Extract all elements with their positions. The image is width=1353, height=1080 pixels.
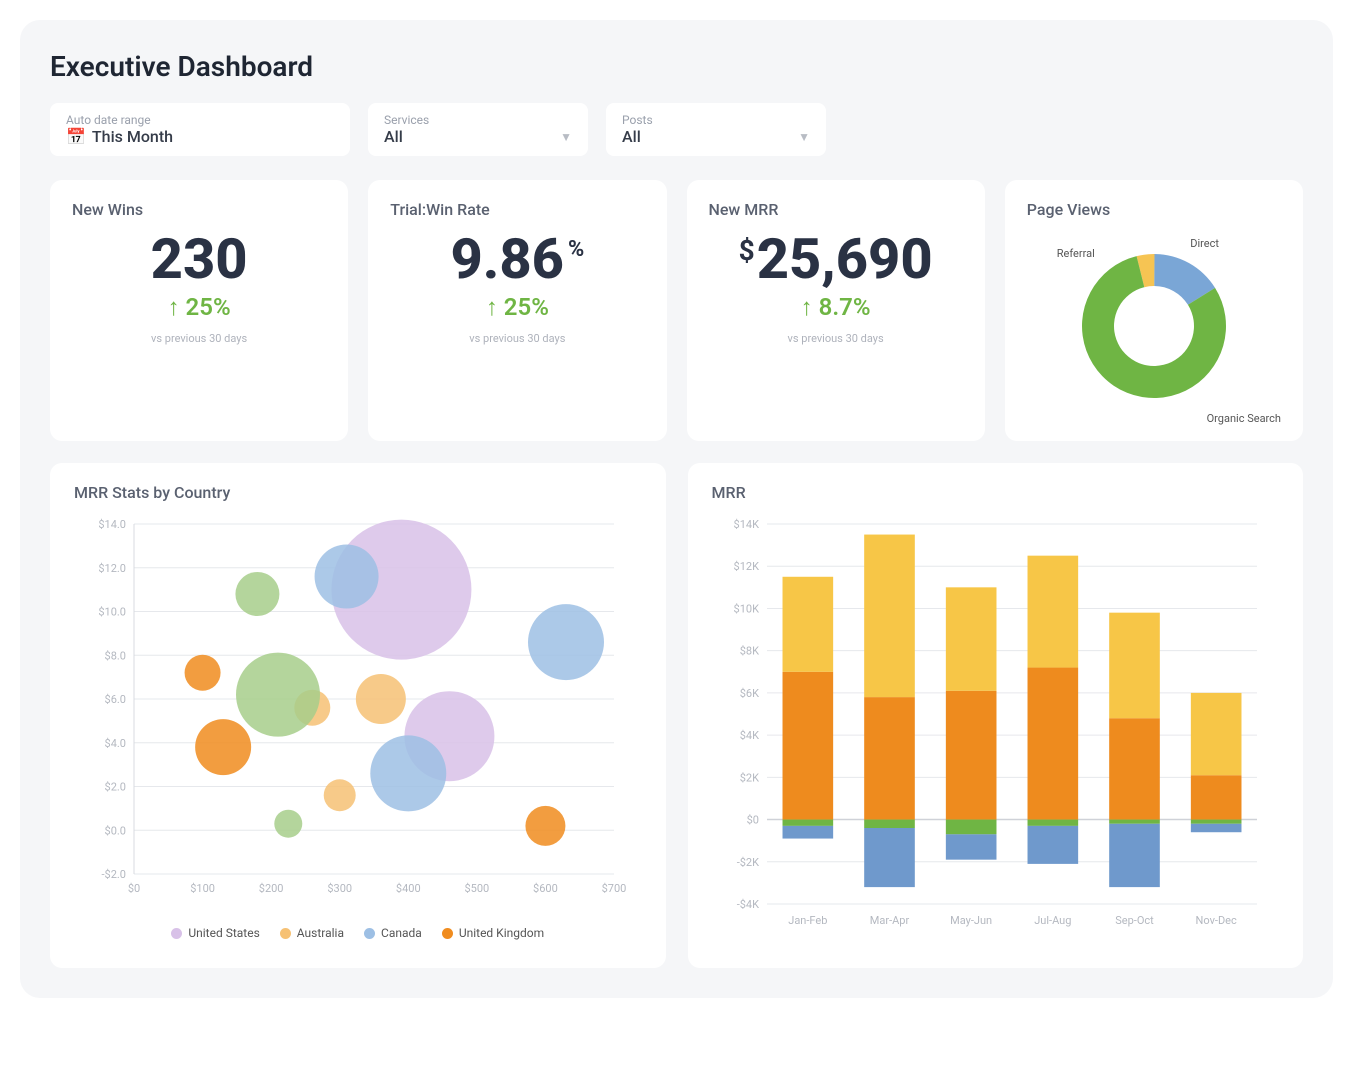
svg-text:$400: $400 bbox=[396, 882, 421, 895]
svg-text:$14K: $14K bbox=[733, 518, 759, 531]
calendar-icon: 📅 bbox=[66, 127, 86, 146]
svg-text:$0: $0 bbox=[746, 814, 758, 827]
kpi-page-views: Page Views Referral Direct Organic Searc… bbox=[1005, 180, 1303, 441]
kpi-delta: 8.7% bbox=[709, 293, 963, 322]
bubble-chart-card: MRR Stats by Country -$2.0 $0.0 $2.0 $4.0 $6… bbox=[50, 463, 666, 968]
svg-text:$100: $100 bbox=[190, 882, 215, 895]
kpi-title: New Wins bbox=[72, 200, 326, 219]
chart-title: MRR bbox=[712, 483, 1280, 502]
svg-text:$2.0: $2.0 bbox=[105, 781, 126, 794]
kpi-value: 25,690 bbox=[757, 231, 933, 287]
filter-services[interactable]: Services All ▼ bbox=[368, 103, 588, 156]
svg-text:$10.0: $10.0 bbox=[98, 606, 126, 619]
legend-item: United States bbox=[171, 926, 259, 940]
svg-text:$300: $300 bbox=[327, 882, 352, 895]
donut-chart: Referral Direct Organic Search bbox=[1027, 231, 1281, 421]
svg-text:$2K: $2K bbox=[739, 771, 758, 784]
filter-services-label: Services bbox=[384, 113, 572, 127]
svg-text:$0: $0 bbox=[128, 882, 140, 895]
chevron-down-icon: ▼ bbox=[560, 130, 572, 144]
filter-posts[interactable]: Posts All ▼ bbox=[606, 103, 826, 156]
bubble-legend: United States Australia Canada United Kingd… bbox=[74, 926, 642, 940]
svg-text:-$2K: -$2K bbox=[736, 856, 758, 869]
kpi-new-wins: New Wins 230 25% vs previous 30 days bbox=[50, 180, 348, 441]
chart-row: MRR Stats by Country -$2.0 $0.0 $2.0 $4.0 $6… bbox=[50, 463, 1303, 968]
svg-text:$4K: $4K bbox=[739, 729, 758, 742]
svg-text:-$2.0: -$2.0 bbox=[102, 868, 127, 881]
svg-text:$600: $600 bbox=[533, 882, 558, 895]
page-title: Executive Dashboard bbox=[50, 50, 1303, 83]
filter-date-range[interactable]: Auto date range 📅 This Month bbox=[50, 103, 350, 156]
executive-dashboard: Executive Dashboard Auto date range 📅 Thi… bbox=[20, 20, 1333, 998]
kpi-title: Trial:Win Rate bbox=[390, 200, 644, 219]
filter-bar: Auto date range 📅 This Month Services All… bbox=[50, 103, 1303, 156]
svg-text:Sep-Oct: Sep-Oct bbox=[1115, 914, 1154, 927]
svg-text:$12K: $12K bbox=[733, 560, 759, 573]
kpi-sub: vs previous 30 days bbox=[709, 332, 963, 345]
kpi-prefix: $ bbox=[739, 237, 755, 265]
svg-text:Jul-Aug: Jul-Aug bbox=[1034, 914, 1071, 927]
filter-posts-label: Posts bbox=[622, 113, 810, 127]
kpi-delta: 25% bbox=[72, 293, 326, 322]
svg-text:Jan-Feb: Jan-Feb bbox=[788, 914, 827, 927]
donut-label-direct: Direct bbox=[1190, 237, 1219, 250]
svg-text:$0.0: $0.0 bbox=[105, 824, 126, 837]
svg-text:$200: $200 bbox=[259, 882, 284, 895]
legend-item: Australia bbox=[280, 926, 344, 940]
svg-text:$12.0: $12.0 bbox=[98, 562, 126, 575]
svg-text:$6K: $6K bbox=[739, 687, 758, 700]
svg-text:-$4K: -$4K bbox=[736, 898, 758, 911]
svg-text:$8.0: $8.0 bbox=[105, 649, 126, 662]
svg-text:$14.0: $14.0 bbox=[98, 518, 126, 531]
kpi-value: 9.86 bbox=[451, 231, 564, 287]
svg-text:$500: $500 bbox=[464, 882, 489, 895]
kpi-new-mrr: New MRR $25,690 8.7% vs previous 30 days bbox=[687, 180, 985, 441]
donut-label-organic: Organic Search bbox=[1207, 412, 1281, 425]
filter-posts-value: All bbox=[622, 127, 641, 146]
kpi-sub: vs previous 30 days bbox=[390, 332, 644, 345]
kpi-title: New MRR bbox=[709, 200, 963, 219]
svg-text:Nov-Dec: Nov-Dec bbox=[1195, 914, 1236, 927]
donut-label-referral: Referral bbox=[1057, 247, 1095, 260]
kpi-suffix: % bbox=[568, 239, 584, 261]
filter-date-label: Auto date range bbox=[66, 113, 334, 127]
kpi-row: New Wins 230 25% vs previous 30 days Tri… bbox=[50, 180, 1303, 441]
kpi-title: Page Views bbox=[1027, 200, 1281, 219]
mrr-chart-card: MRR -$4K -$2K $0 $2K $4K $6K $8K $10K $12K $14K Ja… bbox=[688, 463, 1304, 968]
mrr-bar-chart: -$4K -$2K $0 $2K $4K $6K $8K $10K $12K $14K Jan-Fe… bbox=[712, 514, 1272, 944]
kpi-value: 230 bbox=[151, 231, 248, 287]
svg-text:$4.0: $4.0 bbox=[105, 737, 126, 750]
legend-item: Canada bbox=[364, 926, 422, 940]
kpi-trial-win-rate: Trial:Win Rate 9.86% 25% vs previous 30 … bbox=[368, 180, 666, 441]
legend-item: United Kingdom bbox=[442, 926, 544, 940]
svg-text:$8K: $8K bbox=[739, 645, 758, 658]
filter-date-value: This Month bbox=[92, 127, 173, 146]
bubble-chart: -$2.0 $0.0 $2.0 $4.0 $6.0 $8.0 $10.0 $12.0 $14.0… bbox=[74, 514, 634, 914]
kpi-delta: 25% bbox=[390, 293, 644, 322]
svg-text:$6.0: $6.0 bbox=[105, 693, 126, 706]
svg-text:May-Jun: May-Jun bbox=[950, 914, 992, 927]
kpi-sub: vs previous 30 days bbox=[72, 332, 326, 345]
filter-services-value: All bbox=[384, 127, 403, 146]
chart-title: MRR Stats by Country bbox=[74, 483, 642, 502]
svg-text:$10K: $10K bbox=[733, 602, 759, 615]
svg-text:Mar-Apr: Mar-Apr bbox=[869, 914, 909, 927]
chevron-down-icon: ▼ bbox=[798, 130, 810, 144]
svg-text:$700: $700 bbox=[602, 882, 627, 895]
